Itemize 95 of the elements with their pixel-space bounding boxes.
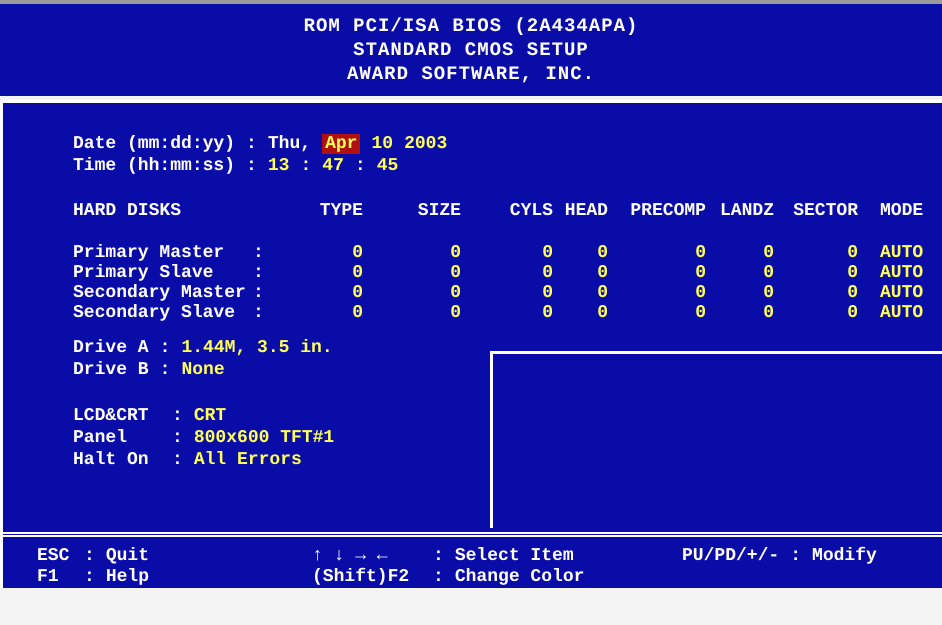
column-header: PRECOMP [630,200,706,223]
table-cell[interactable]: AUTO [858,263,924,283]
table-cell[interactable]: 0 [542,303,553,323]
separator: : [84,567,95,588]
field-text: : [300,156,312,176]
table-cell[interactable]: 0 [597,303,608,323]
table-cell[interactable]: 0 [352,263,363,283]
table-cell[interactable]: 0 [847,263,858,283]
column-header: LANDZ [720,200,774,223]
table-cell[interactable]: 0 [847,243,858,263]
separator: : [790,546,802,566]
field-value[interactable]: 2003 [404,134,448,154]
key-action: Help [106,567,150,588]
field-value[interactable]: Apr [322,134,360,154]
key-action: Change Color [454,567,584,588]
setting-value[interactable]: All Errors [194,450,302,470]
separator: : [160,360,170,380]
field-value[interactable]: 13 [268,156,290,176]
field-value[interactable]: 10 [371,134,394,154]
table-cell[interactable]: 0 [597,263,608,283]
table-cell[interactable]: AUTO [858,283,924,303]
column-header: SIZE [418,200,461,223]
field-text: : [354,156,366,176]
table-cell[interactable]: 0 [695,283,706,303]
key-action: Select Item [454,546,574,566]
separator: : [84,546,95,566]
table-cell[interactable]: 0 [542,263,553,283]
setting-label: Halt On [73,450,150,470]
disk-name: Secondary Slave [73,303,236,323]
table-cell[interactable]: 0 [450,303,461,323]
separator: : [253,283,264,303]
table-cell[interactable]: 0 [450,263,461,283]
table-cell[interactable]: 0 [763,283,774,303]
separator: : [433,567,444,588]
header-title: STANDARD CMOS SETUP [353,38,589,62]
setting-value[interactable]: CRT [194,406,226,426]
separator: : [160,338,170,358]
header-title: ROM PCI/ISA BIOS (2A434APA) [304,14,638,38]
separator: : [246,156,257,176]
key-name: F1 [37,567,60,588]
separator: : [253,263,264,283]
column-header: TYPE [320,200,363,223]
field-text: Thu, [268,134,312,154]
column-header: SECTOR [793,200,858,223]
key-action: Quit [106,546,150,566]
table-cell[interactable]: 0 [352,243,363,263]
setting-label: Panel [73,428,128,448]
disk-name: Primary Slave [73,263,214,283]
field-value[interactable]: 47 [322,156,344,176]
table-cell[interactable]: AUTO [858,243,924,263]
table-cell[interactable]: 0 [695,243,706,263]
key-name: (Shift)F2 [312,567,410,588]
key-name: PU/PD/+/- [682,546,780,566]
table-cell[interactable]: 0 [450,243,461,263]
disk-name: Primary Master [73,243,224,263]
table-cell[interactable]: 0 [597,243,608,263]
column-header: HEAD [564,200,608,223]
field-label: Date (mm:dd:yy) [73,134,236,154]
table-cell[interactable]: 0 [597,283,608,303]
table-cell[interactable]: 0 [542,243,553,263]
table-cell[interactable]: 0 [695,263,706,283]
table-cell[interactable]: 0 [352,303,363,323]
table-cell[interactable]: 0 [352,283,363,303]
table-cell[interactable]: 0 [847,303,858,323]
setting-label: Drive A [73,338,149,358]
disk-name: Secondary Master [73,283,246,303]
table-cell[interactable]: 0 [450,283,461,303]
separator: : [172,428,183,448]
key-action: Modify [812,546,877,566]
field-value[interactable]: 45 [376,156,398,176]
separator: : [246,134,257,154]
table-cell[interactable]: 0 [542,283,553,303]
field-label: Time (hh:mm:ss) [73,156,236,176]
setting-value[interactable]: 1.44M, 3.5 in. [181,338,333,358]
setting-value[interactable]: 800x600 TFT#1 [194,428,334,448]
setting-label: LCD&CRT [73,406,150,426]
table-cell[interactable]: 0 [763,243,774,263]
table-cell[interactable]: AUTO [858,303,924,323]
table-cell[interactable]: 0 [695,303,706,323]
table-cell[interactable]: 0 [847,283,858,303]
separator: : [172,406,183,426]
setting-label: Drive B [73,360,149,380]
key-name: ↑ ↓ → ← [312,546,389,566]
setting-value[interactable]: None [181,360,225,380]
key-name: ESC [37,546,70,566]
table-cell[interactable]: 0 [763,263,774,283]
column-header: CYLS [510,200,553,223]
header-title: AWARD SOFTWARE, INC. [346,62,596,86]
separator: : [172,450,183,470]
column-header: HARD DISKS [73,200,182,223]
separator: : [253,303,264,323]
separator: : [433,546,444,566]
table-cell[interactable]: 0 [763,303,774,323]
separator: : [253,243,264,263]
column-header: MODE [879,200,924,223]
